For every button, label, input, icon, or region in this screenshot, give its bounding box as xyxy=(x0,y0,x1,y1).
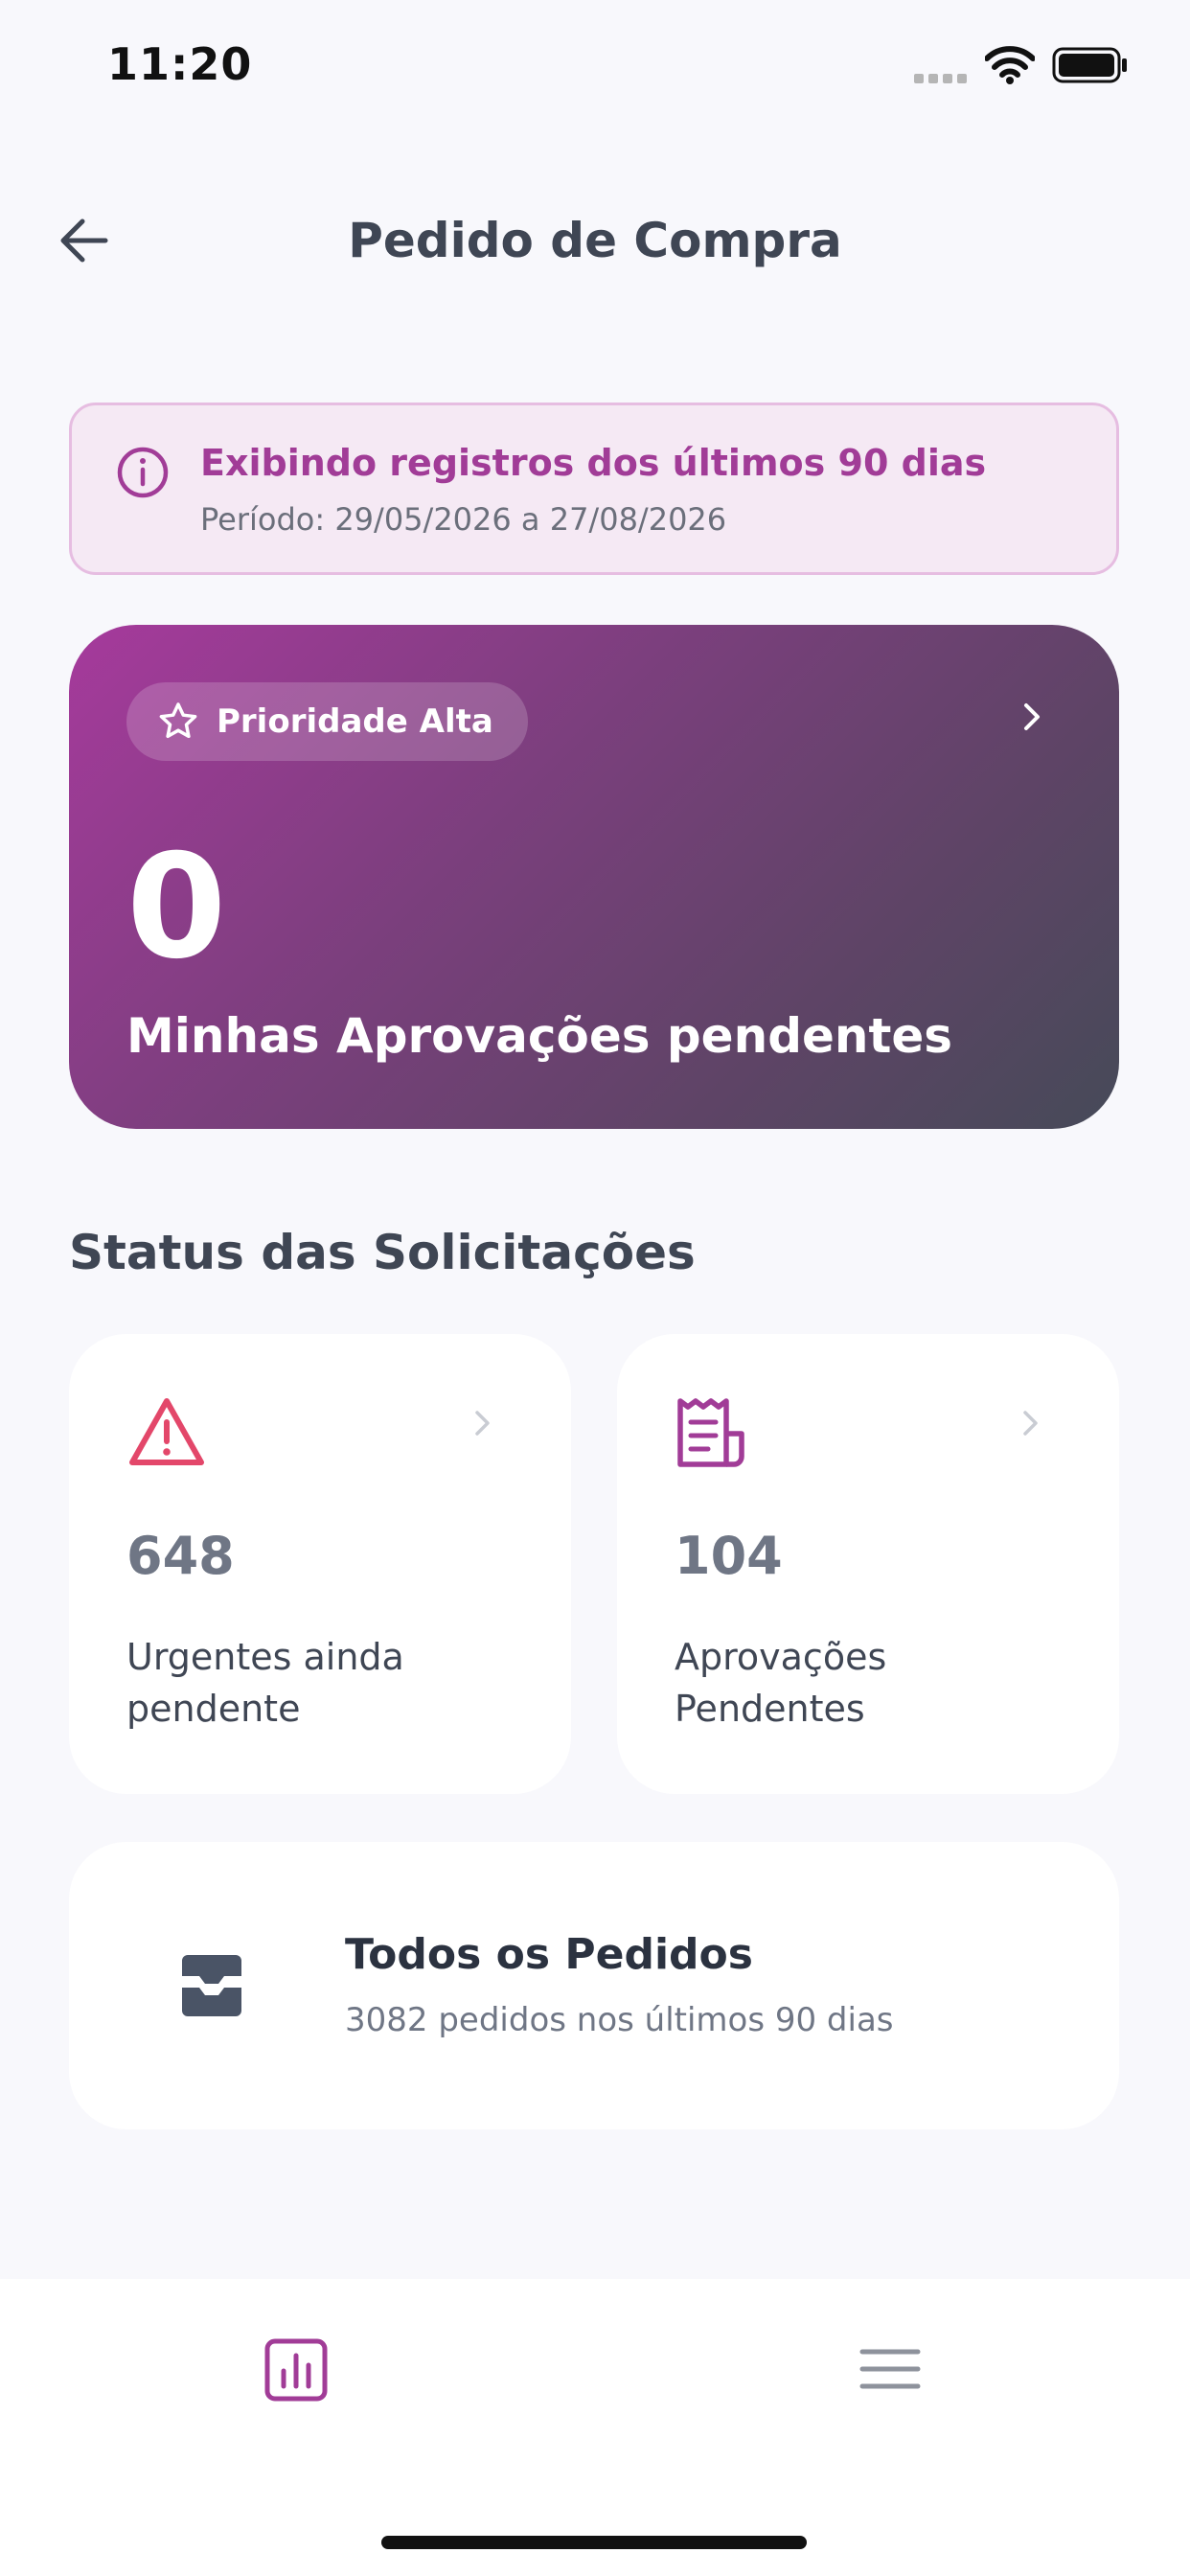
priority-badge: Prioridade Alta xyxy=(126,682,528,761)
all-orders-title: Todos os Pedidos xyxy=(345,1930,753,1979)
pending-approvals-label: Minhas Aprovações pendentes xyxy=(126,1008,953,1064)
cellular-signal-icon xyxy=(914,71,970,89)
wifi-icon xyxy=(984,46,1036,88)
info-icon xyxy=(116,446,170,503)
page-title: Pedido de Compra xyxy=(348,213,842,268)
warning-icon xyxy=(126,1395,207,1472)
all-orders-card[interactable]: Todos os Pedidos 3082 pedidos nos último… xyxy=(69,1842,1119,2129)
star-icon xyxy=(159,702,197,739)
chevron-right-icon xyxy=(1021,702,1042,736)
tab-menu[interactable] xyxy=(858,2346,922,2396)
info-banner: Exibindo registros dos últimos 90 dias P… xyxy=(69,402,1119,575)
battery-icon xyxy=(1052,47,1129,87)
urgent-pending-card[interactable]: 648 Urgentes ainda pendente xyxy=(69,1334,571,1794)
urgent-pending-count: 648 xyxy=(126,1526,235,1586)
tab-dashboard[interactable] xyxy=(264,2338,328,2405)
pending-approvals-status-count: 104 xyxy=(675,1526,783,1586)
home-indicator xyxy=(381,2536,807,2549)
urgent-pending-label: Urgentes ainda pendente xyxy=(126,1636,404,1730)
menu-icon xyxy=(859,2349,921,2389)
info-banner-title: Exibindo registros dos últimos 90 dias xyxy=(200,442,987,484)
status-time: 11:20 xyxy=(107,38,253,90)
bottom-tab-bar xyxy=(0,2279,1190,2576)
chevron-right-icon xyxy=(473,1409,492,1441)
section-title: Status das Solicitações xyxy=(69,1225,696,1280)
pending-approvals-status-card[interactable]: 104 Aprovações Pendentes xyxy=(617,1334,1119,1794)
chevron-right-icon xyxy=(1021,1409,1041,1441)
pending-approvals-card[interactable]: Prioridade Alta 0 Minhas Aprovações pend… xyxy=(69,625,1119,1129)
inbox-icon xyxy=(180,1951,243,2022)
pending-approvals-count: 0 xyxy=(126,824,227,991)
info-banner-period: Período: 29/05/2026 a 27/08/2026 xyxy=(200,501,727,538)
receipt-icon xyxy=(675,1395,747,1472)
pending-approvals-status-label: Aprovações Pendentes xyxy=(675,1636,887,1730)
bar-chart-icon xyxy=(264,2338,328,2402)
priority-badge-label: Prioridade Alta xyxy=(217,702,493,741)
all-orders-subtitle: 3082 pedidos nos últimos 90 dias xyxy=(345,2001,894,2039)
